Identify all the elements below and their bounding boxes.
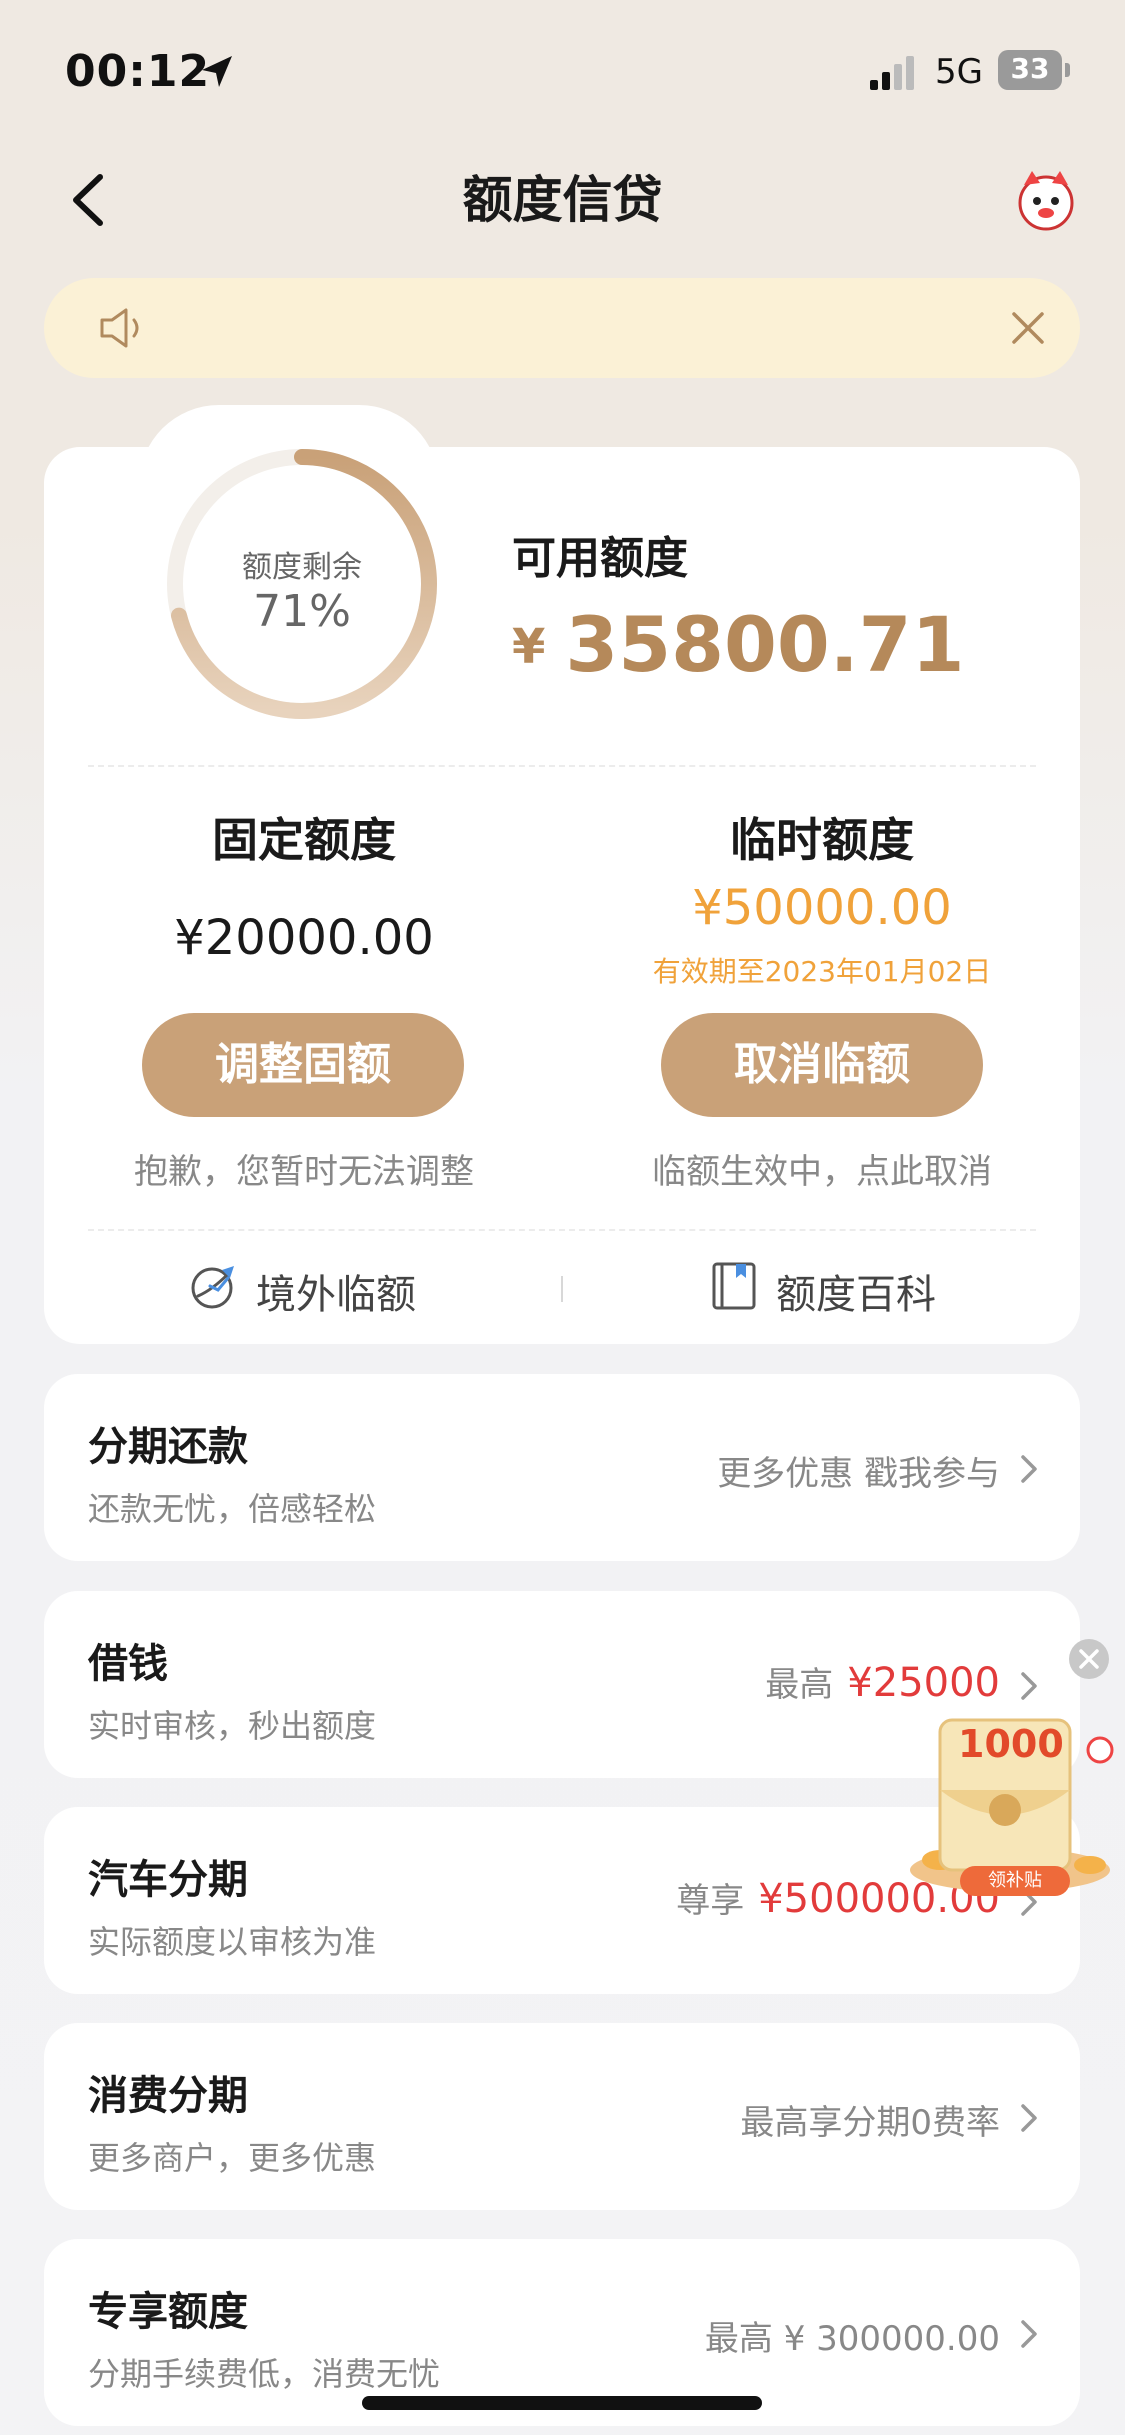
overseas-temp-limit-label: 境外临额 (256, 1272, 416, 1318)
float-ad-amount: 1000 (958, 1722, 1064, 1766)
cancel-temp-limit-button[interactable]: 取消临额 (661, 1013, 983, 1117)
service-card-consumer-installment[interactable]: 消费分期 更多商户，更多优惠 最高享分期0费率 (44, 2023, 1080, 2210)
service-offer: 更多优惠 戳我参与 (717, 1446, 1000, 1495)
service-subtitle: 实际额度以审核为准 (88, 1923, 377, 1961)
service-title: 分期还款 (88, 1424, 248, 1470)
battery-level: 33 (1010, 52, 1050, 85)
network-type: 5G (935, 52, 983, 92)
page-title: 额度信贷 (462, 171, 663, 229)
available-value: 35800.71 (565, 600, 965, 689)
signal-icon (870, 56, 914, 90)
available-label: 可用额度 (512, 533, 688, 584)
currency-symbol: ¥ (512, 619, 546, 675)
close-float-ad-icon[interactable] (1068, 1638, 1110, 1680)
service-title: 专享额度 (88, 2289, 248, 2335)
overseas-temp-limit-link[interactable]: 境外临额 (188, 1256, 448, 1318)
speaker-icon (100, 308, 139, 348)
available-amount: ¥35800.71 (512, 600, 964, 689)
book-icon (712, 1262, 756, 1310)
service-offer: 最高 ¥ 300000.00 (705, 2311, 1000, 2360)
chevron-right-icon (1021, 2320, 1037, 2348)
service-offer-text: 最高享分期0费率 (740, 2103, 1000, 2143)
service-offer: 最高享分期0费率 (740, 2095, 1000, 2144)
notice-bar[interactable] (44, 278, 1080, 378)
service-subtitle: 还款无忧，倍感轻松 (88, 1490, 377, 1528)
service-subtitle: 更多商户，更多优惠 (88, 2139, 377, 2177)
service-title: 汽车分期 (88, 1857, 248, 1903)
adjust-fixed-limit-button[interactable]: 调整固额 (142, 1013, 464, 1117)
service-offer: 最高 ¥25000 (765, 1657, 1000, 1706)
limit-wiki-link[interactable]: 额度百科 (708, 1256, 968, 1318)
chevron-right-icon (1021, 2104, 1037, 2132)
battery-icon: 33 (998, 50, 1070, 90)
close-icon[interactable] (1006, 306, 1050, 350)
status-bar: 00:12 5G 33 (0, 0, 1125, 140)
link-separator (561, 1276, 563, 1302)
divider (88, 765, 1036, 767)
service-title: 借钱 (88, 1641, 168, 1687)
status-time: 00:12 (65, 46, 211, 97)
fixed-limit-amount: ¥20000.00 (174, 910, 434, 966)
chevron-right-icon (1021, 1455, 1037, 1483)
service-offer-text: 最高 ¥ 300000.00 (704, 2319, 1000, 2359)
service-subtitle: 实时审核，秒出额度 (88, 1707, 377, 1745)
fixed-limit-title: 固定额度 (212, 813, 396, 867)
ring-label: 额度剩余 (242, 550, 362, 585)
home-indicator (362, 2396, 762, 2410)
temp-limit-expiry: 有效期至2023年01月02日 (652, 955, 992, 988)
mascot-service-icon[interactable] (1012, 165, 1080, 233)
temp-limit-amount: ¥50000.00 (692, 880, 952, 936)
service-subtitle: 分期手续费低，消费无忧 (88, 2355, 441, 2393)
location-arrow-icon (202, 56, 232, 87)
chevron-right-icon (1021, 1672, 1037, 1700)
adjust-hint: 抱歉，您暂时无法调整 (134, 1152, 474, 1192)
service-offer-text: 更多优惠 戳我参与 (717, 1454, 1000, 1494)
service-offer-text: 尊享 (676, 1881, 745, 1921)
temp-limit-title: 临时额度 (730, 813, 914, 867)
ring-percent: 71% (253, 586, 351, 637)
globe-plane-icon (191, 1266, 234, 1309)
cancel-hint[interactable]: 临额生效中，点此取消 (562, 1144, 1082, 1193)
service-card-installment-repay[interactable]: 分期还款 还款无忧，倍感轻松 更多优惠 戳我参与 (44, 1374, 1080, 1561)
divider (88, 1229, 1036, 1231)
service-title: 消费分期 (88, 2073, 248, 2119)
limit-wiki-label: 额度百科 (776, 1272, 936, 1318)
service-offer-text: 最高 (765, 1665, 834, 1705)
float-ad-label[interactable]: 领补贴 (960, 1866, 1070, 1896)
